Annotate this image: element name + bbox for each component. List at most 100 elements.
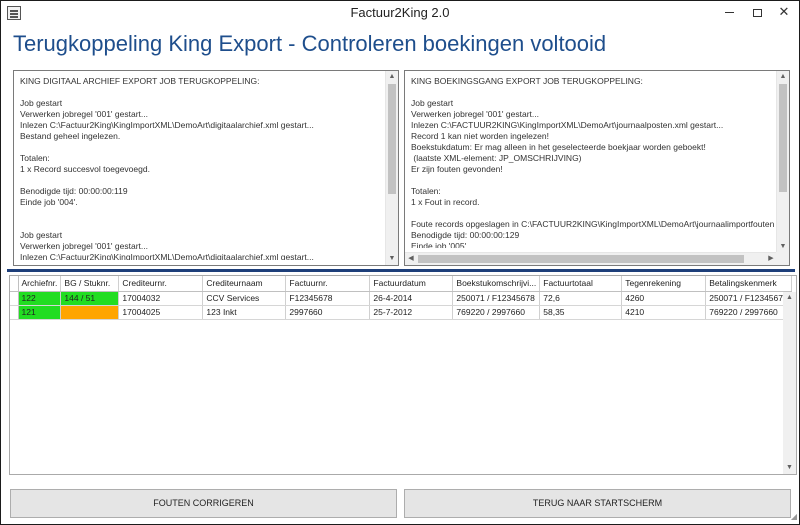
scroll-up-icon[interactable]: ▲ <box>386 71 398 83</box>
table-cell[interactable]: 769220 / 2997660 <box>452 305 541 320</box>
column-header[interactable]: Tegenrekening <box>621 276 707 292</box>
column-header[interactable]: Crediteurnr. <box>118 276 204 292</box>
fix-errors-button[interactable]: FOUTEN CORRIGEREN <box>10 489 397 518</box>
archive-export-log-text: KING DIGITAAL ARCHIEF EXPORT JOB TERUGKO… <box>20 76 384 260</box>
scroll-thumb[interactable] <box>418 255 744 263</box>
close-button[interactable]: ✕ <box>769 1 799 23</box>
maximize-button[interactable] <box>743 1 771 23</box>
log-line: Verwerken jobregel '001' gestart... <box>20 241 148 251</box>
table-cell[interactable]: 250071 / F12345678 <box>705 291 792 306</box>
log-line: Totalen: <box>20 153 50 163</box>
log-line: Er zijn fouten gevonden! <box>411 164 503 174</box>
scroll-down-icon[interactable]: ▼ <box>386 253 398 265</box>
table-cell[interactable]: CCV Services <box>202 291 287 306</box>
column-header[interactable]: Crediteurnaam <box>202 276 287 292</box>
column-header[interactable]: Factuurtotaal <box>539 276 623 292</box>
log-line: (laatste XML-element: JP_OMSCHRIJVING) <box>411 153 582 163</box>
table-cell[interactable]: 17004032 <box>118 291 204 306</box>
log-line: Job gestart <box>20 230 63 240</box>
booking-log-horizontal-scrollbar[interactable]: ◀ ▶ <box>405 252 777 265</box>
table-row[interactable]: 121 17004025 123 Inkt 2997660 25-7-2012 76922… <box>10 305 792 320</box>
log-line: Verwerken jobregel '001' gestart... <box>411 109 539 119</box>
log-line: Job gestart <box>20 98 63 108</box>
log-line: Benodigde tijd: 00:00:00:119 <box>20 186 128 196</box>
booking-log-vertical-scrollbar[interactable]: ▲ ▼ <box>776 71 789 253</box>
log-line: Job gestart <box>411 98 454 108</box>
column-header[interactable]: Factuurdatum <box>369 276 454 292</box>
app-window: Factuur2King 2.0 ✕ Terugkoppeling King E… <box>0 0 800 525</box>
table-cell[interactable]: 58,35 <box>539 305 623 320</box>
log-line: Foute records opgeslagen in C:\FACTUUR2K… <box>411 219 775 229</box>
minimize-icon <box>724 12 734 14</box>
table-cell[interactable]: 122 <box>18 291 62 306</box>
table-cell[interactable]: 250071 / F12345678 <box>452 291 541 306</box>
bookings-table: Archiefnr. BG / Stuknr. Crediteurnr. Credit… <box>10 276 792 320</box>
table-cell[interactable]: 123 Inkt <box>202 305 287 320</box>
table-cell[interactable]: 72,6 <box>539 291 623 306</box>
scroll-down-icon[interactable]: ▼ <box>783 462 796 474</box>
booking-export-log[interactable]: KING BOEKINGSGANG EXPORT JOB TERUGKOPPEL… <box>404 70 790 266</box>
page-title: Terugkoppeling King Export - Controleren… <box>13 31 607 56</box>
table-row[interactable]: 122 144 / 51 17004032 CCV Services F12345678… <box>10 291 792 306</box>
row-header[interactable] <box>10 291 19 306</box>
log-line: 1 x Record succesvol toegevoegd. <box>20 164 150 174</box>
table-cell[interactable]: F12345678 <box>285 291 371 306</box>
log-line: Einde job '005'. <box>411 241 469 248</box>
column-header[interactable]: Boekstukomschrijvi... <box>452 276 541 292</box>
log-line: Bestand geheel ingelezen. <box>20 131 121 141</box>
log-line: Einde job '004'. <box>20 197 78 207</box>
close-icon: ✕ <box>778 4 790 19</box>
minimize-button[interactable] <box>715 1 743 23</box>
table-cell[interactable]: 121 <box>18 305 62 320</box>
log-line: KING DIGITAAL ARCHIEF EXPORT JOB TERUGKO… <box>20 76 260 86</box>
column-header[interactable]: Archiefnr. <box>18 276 62 292</box>
row-header-corner <box>10 276 19 292</box>
log-line: Inlezen C:\Factuur2King\KingImportXML\De… <box>20 120 314 130</box>
title-bar[interactable]: Factuur2King 2.0 ✕ <box>1 1 799 25</box>
booking-export-log-text: KING BOEKINGSGANG EXPORT JOB TERUGKOPPEL… <box>411 76 775 248</box>
scroll-up-icon[interactable]: ▲ <box>783 292 796 304</box>
log-line: Verwerken jobregel '001' gestart... <box>20 109 148 119</box>
bookings-grid[interactable]: Archiefnr. BG / Stuknr. Crediteurnr. Credit… <box>9 275 797 475</box>
log-line: Boekstukdatum: Er mag alleen in het gese… <box>411 142 706 152</box>
section-divider <box>7 269 795 272</box>
resize-grip-icon[interactable]: ◢ <box>787 512 797 522</box>
column-header[interactable]: BG / Stuknr. <box>60 276 120 292</box>
table-cell[interactable]: 17004025 <box>118 305 204 320</box>
grid-vertical-scrollbar[interactable]: ▲ ▼ <box>783 292 796 474</box>
scroll-left-icon[interactable]: ◀ <box>405 253 417 265</box>
table-cell[interactable]: 4260 <box>621 291 707 306</box>
archive-export-log[interactable]: KING DIGITAAL ARCHIEF EXPORT JOB TERUGKO… <box>13 70 399 266</box>
archive-log-vertical-scrollbar[interactable]: ▲ ▼ <box>385 71 398 265</box>
column-header[interactable]: Factuurnr. <box>285 276 371 292</box>
window-title: Factuur2King 2.0 <box>350 5 450 20</box>
row-header[interactable] <box>10 305 19 320</box>
log-line: 1 x Fout in record. <box>411 197 480 207</box>
table-cell[interactable]: 4210 <box>621 305 707 320</box>
scroll-up-icon[interactable]: ▲ <box>777 71 789 83</box>
maximize-icon <box>752 8 762 17</box>
log-line: Inlezen C:\FACTUUR2KING\KingImportXML\De… <box>411 120 724 130</box>
scroll-thumb[interactable] <box>779 84 787 192</box>
scroll-thumb[interactable] <box>388 84 396 194</box>
table-cell[interactable]: 26-4-2014 <box>369 291 454 306</box>
back-to-start-button[interactable]: TERUG NAAR STARTSCHERM <box>404 489 791 518</box>
table-cell[interactable]: 144 / 51 <box>60 291 120 306</box>
table-cell[interactable]: 25-7-2012 <box>369 305 454 320</box>
log-line: Totalen: <box>411 186 441 196</box>
table-header-row: Archiefnr. BG / Stuknr. Crediteurnr. Credit… <box>10 276 792 292</box>
table-cell[interactable]: 769220 / 2997660 <box>705 305 792 320</box>
log-line: Record 1 kan niet worden ingelezen! <box>411 131 549 141</box>
table-cell[interactable] <box>60 305 120 320</box>
column-header[interactable]: Betalingskenmerk <box>705 276 792 292</box>
scrollbar-corner <box>776 252 789 265</box>
table-cell[interactable]: 2997660 <box>285 305 371 320</box>
